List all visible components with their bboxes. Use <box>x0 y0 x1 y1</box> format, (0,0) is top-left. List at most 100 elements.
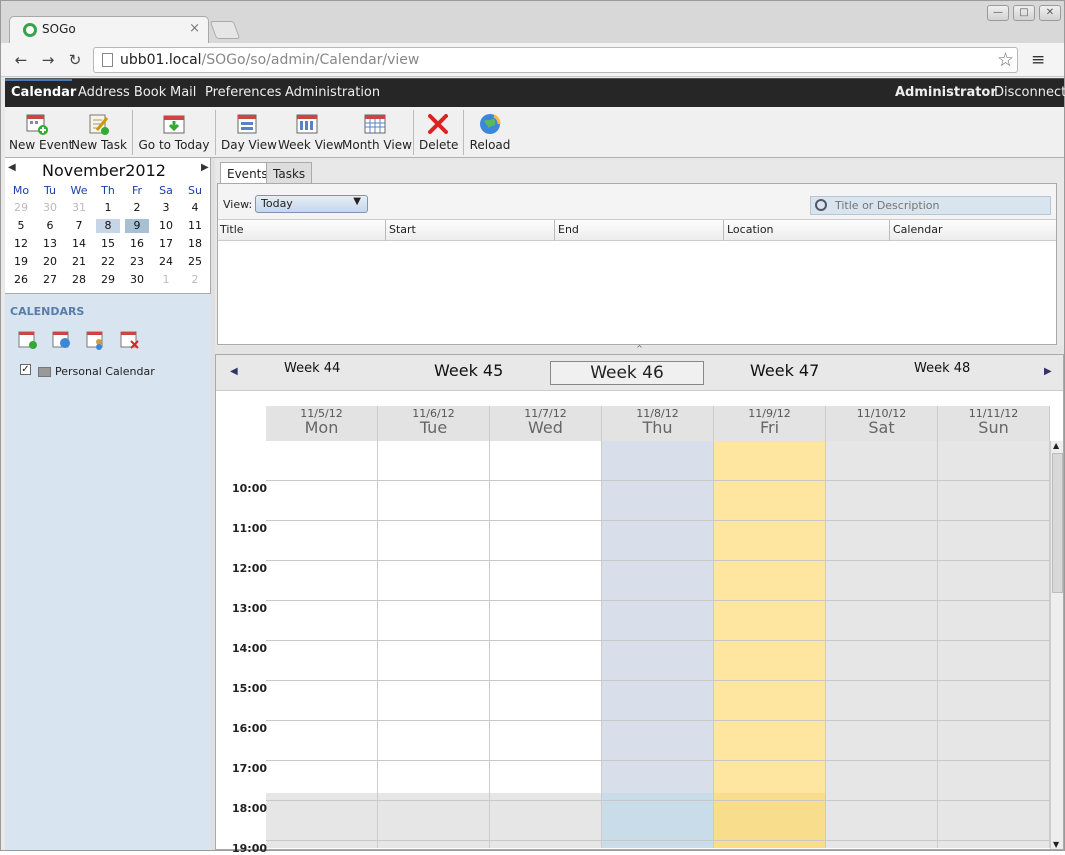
mini-calendar-day[interactable]: 22 <box>96 255 120 269</box>
mini-calendar-day[interactable]: 18 <box>183 237 207 251</box>
scroll-up-icon[interactable]: ▲ <box>1053 441 1059 450</box>
day-column[interactable] <box>714 441 826 848</box>
mini-calendar-day[interactable]: 9 <box>125 219 149 233</box>
next-week-icon[interactable]: ▶ <box>1044 366 1052 377</box>
nav-address-book[interactable]: Address Book <box>78 85 166 100</box>
week-scrollbar[interactable]: ▲ ▼ <box>1050 441 1063 849</box>
browser-tab[interactable]: SOGo × <box>9 16 209 43</box>
day-header[interactable]: 11/7/12 Wed <box>490 406 602 441</box>
bookmark-star-icon[interactable]: ☆ <box>997 49 1014 71</box>
day-header[interactable]: 11/10/12 Sat <box>826 406 938 441</box>
day-column[interactable] <box>378 441 490 848</box>
column-location[interactable]: Location <box>727 223 774 236</box>
day-column[interactable] <box>266 441 378 848</box>
browser-menu-icon[interactable]: ≡ <box>1031 50 1045 70</box>
search-field[interactable] <box>810 196 1051 215</box>
mini-calendar-day[interactable]: 5 <box>9 219 33 233</box>
mini-calendar-day[interactable]: 6 <box>38 219 62 233</box>
forward-icon[interactable]: → <box>38 50 58 70</box>
mini-calendar-day[interactable]: 23 <box>125 255 149 269</box>
horizontal-splitter[interactable]: ^ <box>215 345 1064 354</box>
column-end[interactable]: End <box>558 223 579 236</box>
delete-calendar-icon[interactable] <box>120 330 140 350</box>
column-separator[interactable] <box>385 220 386 241</box>
day-column[interactable] <box>490 441 602 848</box>
day-header[interactable]: 11/8/12 Thu <box>602 406 714 441</box>
personal-calendar-label[interactable]: Personal Calendar <box>55 365 155 378</box>
mini-calendar-day[interactable]: 1 <box>154 273 178 287</box>
new-tab-button[interactable] <box>209 21 241 39</box>
back-icon[interactable]: ← <box>11 50 31 70</box>
mini-calendar-day[interactable]: 20 <box>38 255 62 269</box>
nav-calendar[interactable]: Calendar <box>11 85 76 100</box>
column-separator[interactable] <box>723 220 724 241</box>
nav-administration[interactable]: Administration <box>285 85 380 100</box>
subscribe-calendar-icon[interactable] <box>52 330 72 350</box>
close-window-button[interactable]: ✕ <box>1039 5 1061 21</box>
reload-icon[interactable]: ↻ <box>65 50 85 70</box>
personal-calendar-checkbox[interactable]: ✓ <box>20 364 31 375</box>
mini-calendar-day[interactable]: 4 <box>183 201 207 215</box>
mini-calendar-day[interactable]: 25 <box>183 255 207 269</box>
go-to-today-button[interactable]: Go to Today <box>138 112 210 156</box>
day-header[interactable]: 11/5/12 Mon <box>266 406 378 441</box>
view-filter-select[interactable]: Today ▼ <box>255 195 368 213</box>
delete-button[interactable]: Delete <box>419 112 458 156</box>
new-event-button[interactable]: New Event <box>9 112 73 156</box>
mini-calendar-day[interactable]: 13 <box>38 237 62 251</box>
mini-calendar-day[interactable]: 30 <box>125 273 149 287</box>
day-header[interactable]: 11/6/12 Tue <box>378 406 490 441</box>
column-title[interactable]: Title <box>220 223 244 236</box>
mini-calendar-day[interactable]: 10 <box>154 219 178 233</box>
maximize-button[interactable]: □ <box>1013 5 1035 21</box>
week-45-link[interactable]: Week 45 <box>434 361 503 380</box>
column-separator[interactable] <box>554 220 555 241</box>
nav-mail[interactable]: Mail <box>170 85 196 100</box>
mini-calendar-day[interactable]: 24 <box>154 255 178 269</box>
mini-calendar-day[interactable]: 29 <box>96 273 120 287</box>
week-48-link[interactable]: Week 48 <box>914 361 970 376</box>
column-calendar[interactable]: Calendar <box>893 223 942 236</box>
mini-calendar-day[interactable]: 17 <box>154 237 178 251</box>
day-view-button[interactable]: Day View <box>221 112 277 156</box>
week-view-button[interactable]: Week View <box>278 112 343 156</box>
mini-calendar-day[interactable]: 12 <box>9 237 33 251</box>
reload-button[interactable]: Reload <box>469 112 511 156</box>
mini-calendar-day[interactable]: 2 <box>125 201 149 215</box>
mini-calendar-day[interactable]: 1 <box>96 201 120 215</box>
minimize-button[interactable]: — <box>987 5 1009 21</box>
prev-week-icon[interactable]: ◀ <box>230 366 238 377</box>
day-column[interactable] <box>602 441 714 848</box>
day-header[interactable]: 11/11/12 Sun <box>938 406 1050 441</box>
mini-calendar-day[interactable]: 14 <box>67 237 91 251</box>
search-input[interactable] <box>835 199 1045 212</box>
add-calendar-icon[interactable] <box>18 330 38 350</box>
week-47-link[interactable]: Week 47 <box>750 361 819 380</box>
scrollbar-thumb[interactable] <box>1052 453 1063 593</box>
address-bar[interactable]: ubb01.local/SOGo/so/admin/Calendar/view … <box>93 47 1018 73</box>
mini-calendar-day[interactable]: 11 <box>183 219 207 233</box>
new-task-button[interactable]: New Task <box>71 112 127 156</box>
mini-calendar-day[interactable]: 3 <box>154 201 178 215</box>
mini-calendar-day[interactable]: 21 <box>67 255 91 269</box>
next-month-icon[interactable]: ▶ <box>201 162 209 173</box>
disconnect-link[interactable]: Disconnect <box>994 85 1065 100</box>
mini-calendar-day[interactable]: 2 <box>183 273 207 287</box>
mini-calendar-day[interactable]: 27 <box>38 273 62 287</box>
mini-calendar-month[interactable]: November <box>42 161 125 180</box>
day-header[interactable]: 11/9/12 Fri <box>714 406 826 441</box>
mini-calendar-day[interactable]: 7 <box>67 219 91 233</box>
week-44-link[interactable]: Week 44 <box>284 361 340 376</box>
mini-calendar-year[interactable]: 2012 <box>125 161 166 180</box>
day-column[interactable] <box>826 441 938 848</box>
mini-calendar-day[interactable]: 26 <box>9 273 33 287</box>
mini-calendar-day[interactable]: 15 <box>96 237 120 251</box>
column-start[interactable]: Start <box>389 223 416 236</box>
current-week[interactable]: Week 46 <box>550 361 704 385</box>
share-calendar-icon[interactable] <box>86 330 106 350</box>
month-view-button[interactable]: Month View <box>342 112 412 156</box>
scroll-down-icon[interactable]: ▼ <box>1053 840 1059 849</box>
column-separator[interactable] <box>889 220 890 241</box>
prev-month-icon[interactable]: ◀ <box>8 162 16 173</box>
search-icon[interactable] <box>815 199 827 211</box>
